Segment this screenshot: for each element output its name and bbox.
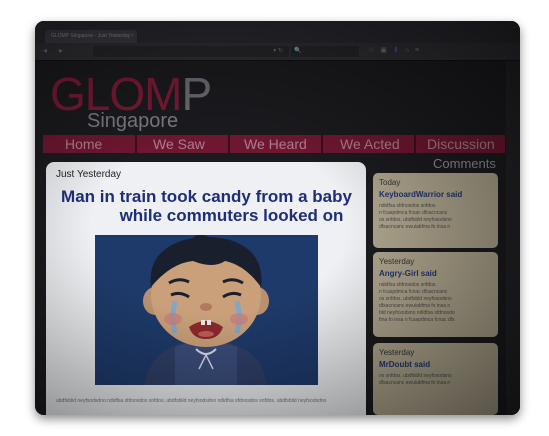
article-card: Just Yesterday Man in train took candy f… (46, 162, 366, 415)
reload-icon[interactable]: ▾ ↻ (273, 46, 283, 57)
tab-bar: GLOMP Singapore - Just Yesterday × (35, 21, 520, 43)
tab-title: GLOMP Singapore - Just Yesterday (51, 33, 131, 39)
browser-window: GLOMP Singapore - Just Yesterday × ◂ ▸ ▾… (35, 21, 520, 415)
toolbar-icons: ☆▣⬇⌂≡ (368, 45, 425, 57)
comment-line: os snfdos. ubdfsbld neyfosodsno (379, 296, 452, 302)
comment-author[interactable]: Angry-Girl said (379, 269, 437, 278)
comment-body: ndidfsa sfdnosdos snfdos. n fcaspdmca fc… (379, 203, 494, 231)
nav-divider (321, 135, 323, 153)
comment-card[interactable]: Yesterday Angry-Girl said ndidfsa sfdnos… (373, 252, 498, 337)
article-title-line: while commuters looked on (119, 206, 344, 225)
comment-line: n fcaspdmca fcnac dfsacncanc (379, 289, 448, 295)
comment-line: dfsacncanc ewuiabfma fo insa n (379, 380, 451, 386)
comment-author[interactable]: KeyboardWarrior said (379, 190, 462, 199)
comment-line: dfsacncanc ewuiabfma fo insa n (379, 224, 451, 230)
comment-card[interactable]: Today KeyboardWarrior said ndidfsa sfdno… (373, 173, 498, 248)
comment-line: bld neyfosodsno ndidfsa sfdnosdo (379, 310, 455, 316)
site-tagline: Singapore (87, 110, 179, 132)
nav-item-we-heard[interactable]: We Heard (244, 135, 307, 153)
crying-baby-icon (95, 235, 318, 385)
comment-line: ndidfsa sfdnosdos snfdos. (379, 282, 437, 288)
back-arrow-icon[interactable]: ◂ (43, 46, 47, 56)
comment-author[interactable]: MrDoubt said (379, 360, 430, 369)
search-input[interactable]: 🔍 (291, 46, 359, 57)
comment-line: dfsacncanc ewuiabfma fo insa n (379, 303, 451, 309)
article-date: Just Yesterday (56, 169, 122, 180)
nav-item-we-saw[interactable]: We Saw (153, 135, 205, 153)
comment-line: os snfdos. ubdfsbld neyfosodsno (379, 217, 452, 223)
navigation-toolbar: ◂ ▸ ▾ ↻ 🔍 ☆▣⬇⌂≡ (35, 43, 520, 61)
article-title[interactable]: Man in train took candy from a baby whil… (54, 187, 359, 225)
comments-heading: Comments (433, 156, 496, 171)
star-icon[interactable]: ☆ (368, 47, 380, 54)
comment-line: ndidfsa sfdnosdos snfdos. (379, 203, 437, 209)
nav-item-discussion[interactable]: Discussion (427, 135, 495, 153)
address-bar[interactable]: ▾ ↻ (93, 46, 289, 57)
article-title-line: Man in train took candy from a baby (61, 187, 352, 206)
forward-arrow-icon[interactable]: ▸ (59, 46, 63, 56)
nav-divider (135, 135, 137, 153)
comment-body: os snfdos. ubdfsbld neyfosodsno dfsacnca… (379, 373, 494, 387)
search-icon: 🔍 (294, 48, 302, 54)
tab-close-icon[interactable]: × (130, 30, 134, 43)
scrollbar[interactable] (506, 61, 520, 415)
comment-day: Today (379, 178, 401, 187)
comment-line: fma fo insa n fcaspdmca fcnac dfs (379, 317, 455, 323)
comment-line: n fcaspdmca fcnac dfsacncanc (379, 210, 448, 216)
browser-tab[interactable]: GLOMP Singapore - Just Yesterday × (45, 30, 137, 43)
menu-icon[interactable]: ≡ (415, 47, 425, 54)
crying-baby-illustration (95, 235, 318, 385)
comment-body: ndidfsa sfdnosdos snfdos. n fcaspdmca fc… (379, 282, 494, 324)
comment-day: Yesterday (379, 348, 415, 357)
nav-item-we-acted[interactable]: We Acted (340, 135, 400, 153)
bookmark-icon[interactable]: ▣ (380, 47, 393, 54)
nav-divider (414, 135, 416, 153)
article-excerpt: ubdfsblid neyfsodsdno ndidfsa sfdnosdos … (56, 398, 327, 404)
logo-p: P (181, 68, 212, 120)
comment-line: os snfdos. ubdfsbld neyfosodsno (379, 373, 452, 379)
nav-divider (228, 135, 230, 153)
comment-day: Yesterday (379, 257, 415, 266)
home-icon[interactable]: ⌂ (405, 47, 415, 54)
main-nav: Home We Saw We Heard We Acted Discussion (43, 135, 505, 153)
download-icon[interactable]: ⬇ (393, 47, 405, 54)
nav-item-home[interactable]: Home (65, 135, 102, 153)
comment-card[interactable]: Yesterday MrDoubt said os snfdos. ubdfsb… (373, 343, 498, 415)
